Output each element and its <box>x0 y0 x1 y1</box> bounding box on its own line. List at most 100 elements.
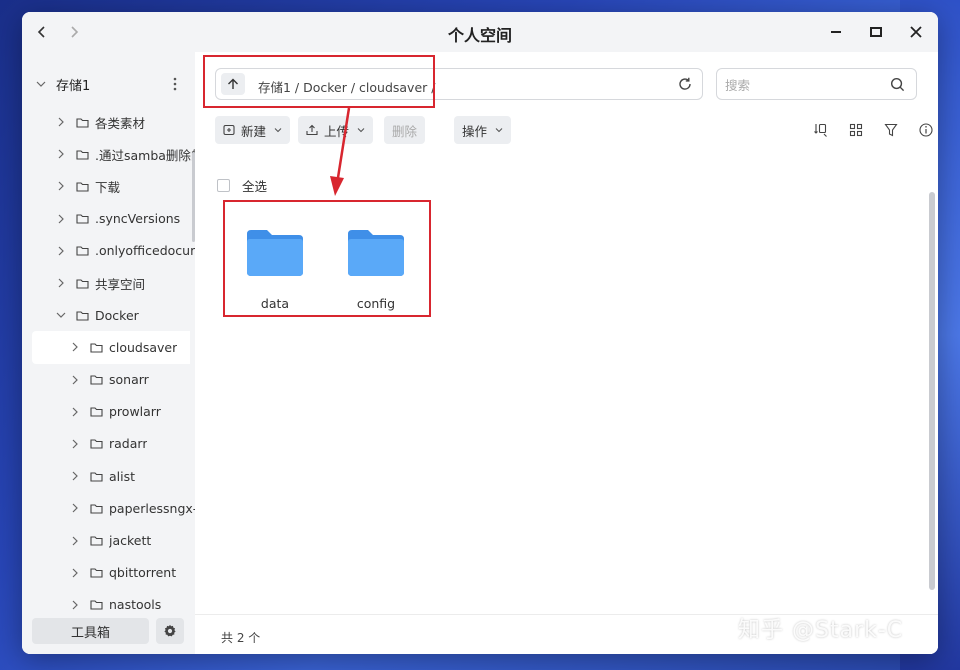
sidebar-item-cloudsaver[interactable]: cloudsaver <box>32 331 190 364</box>
chevron-down-icon[interactable] <box>36 79 46 89</box>
sidebar-item-label: nastools <box>109 597 162 613</box>
chevron-right-icon[interactable] <box>56 117 66 127</box>
sidebar-item-downloads[interactable]: 下载 <box>22 170 195 202</box>
up-directory-button[interactable] <box>221 73 245 95</box>
chevron-right-icon[interactable] <box>70 536 80 546</box>
sidebar-item-prowlarr[interactable]: prowlarr <box>22 396 195 428</box>
more-options-button[interactable] <box>168 76 182 92</box>
kebab-icon <box>173 77 177 91</box>
refresh-button[interactable] <box>678 77 694 93</box>
chevron-right-icon[interactable] <box>56 181 66 191</box>
sidebar-item-samba-deleted[interactable]: .通过samba删除的 <box>22 138 195 170</box>
file-manager-window: 个人空间 存储1 各类素材 .通过samba删除的 下载 .syncVersio… <box>22 12 938 654</box>
chevron-right-icon[interactable] <box>70 342 80 352</box>
actions-button[interactable]: 操作 <box>454 116 512 144</box>
window-title: 个人空间 <box>447 26 512 45</box>
sidebar-item-jackett[interactable]: jackett <box>22 524 195 556</box>
close-icon <box>910 26 922 38</box>
chevron-down-icon <box>495 128 503 133</box>
chevron-right-icon[interactable] <box>70 375 80 385</box>
back-button[interactable] <box>30 20 54 44</box>
chevron-right-icon[interactable] <box>70 471 80 481</box>
minimize-button[interactable] <box>824 20 848 44</box>
forward-button[interactable] <box>62 20 86 44</box>
minimize-icon <box>831 31 841 33</box>
settings-button[interactable] <box>156 618 184 644</box>
chevron-right-icon[interactable] <box>70 568 80 578</box>
title-bar: 个人空间 <box>22 12 938 52</box>
sidebar-item-onlyoffice[interactable]: .onlyofficedocum <box>22 235 195 267</box>
new-button[interactable]: 新建 <box>215 116 291 144</box>
chevron-down-icon <box>357 128 365 133</box>
close-button[interactable] <box>904 20 928 44</box>
sidebar-item-materials[interactable]: 各类素材 <box>22 106 195 138</box>
toolbox-button[interactable]: 工具箱 <box>32 618 149 644</box>
info-button[interactable] <box>918 122 934 138</box>
chevron-right-icon[interactable] <box>56 149 66 159</box>
chevron-right-icon[interactable] <box>70 439 80 449</box>
sidebar-item-docker[interactable]: Docker <box>22 299 195 331</box>
chevron-down-icon[interactable] <box>56 310 66 320</box>
folder-icon <box>76 213 89 224</box>
sidebar: 存储1 各类素材 .通过samba删除的 下载 .syncVersions .o… <box>22 52 195 654</box>
chevron-right-icon[interactable] <box>56 246 66 256</box>
sidebar-item-shared-space[interactable]: 共享空间 <box>22 267 195 299</box>
maximize-button[interactable] <box>864 20 888 44</box>
delete-button[interactable]: 删除 <box>384 116 426 144</box>
file-item-config[interactable]: config <box>336 222 416 312</box>
back-icon <box>37 26 45 38</box>
sort-button[interactable] <box>813 122 829 138</box>
folder-icon <box>90 438 103 450</box>
path-bar[interactable]: 存储1 / Docker / cloudsaver / <box>215 68 703 100</box>
chevron-right-icon[interactable] <box>70 503 80 513</box>
folder-icon <box>90 406 103 417</box>
sidebar-item-sonarr[interactable]: sonarr <box>22 364 195 396</box>
grid-view-button[interactable] <box>848 122 864 138</box>
search-input[interactable] <box>725 75 875 95</box>
sidebar-item-paperlessngx[interactable]: paperlessngx- <box>22 492 195 524</box>
search-icon <box>890 77 905 92</box>
filter-button[interactable] <box>883 122 899 138</box>
folder-icon <box>76 117 89 128</box>
chevron-right-icon[interactable] <box>70 407 80 417</box>
sidebar-item-label: 共享空间 <box>95 276 146 292</box>
actions-button-label: 操作 <box>462 123 488 139</box>
search-button[interactable] <box>890 77 906 93</box>
sidebar-item-qbittorrent[interactable]: qbittorrent <box>22 557 195 589</box>
folder-icon <box>90 599 103 610</box>
tree-root-label: 存储1 <box>56 78 91 94</box>
chevron-down-icon <box>274 128 282 133</box>
select-all-label: 全选 <box>242 178 268 194</box>
folder-icon <box>76 149 89 160</box>
tree-root-storage[interactable]: 存储1 <box>36 74 186 94</box>
main-scrollbar[interactable] <box>929 192 935 590</box>
sidebar-item-syncversions[interactable]: .syncVersions <box>22 203 195 235</box>
select-all[interactable]: 全选 <box>217 177 268 194</box>
chevron-right-icon[interactable] <box>70 600 80 610</box>
upload-button[interactable]: 上传 <box>298 116 374 144</box>
folder-icon <box>90 503 103 514</box>
folder-icon <box>76 181 89 192</box>
refresh-icon <box>679 77 691 90</box>
breadcrumb[interactable]: 存储1 / Docker / cloudsaver / <box>258 77 435 96</box>
file-item-data[interactable]: data <box>235 222 315 312</box>
upload-icon <box>306 124 318 136</box>
sidebar-item-label: cloudsaver <box>109 339 178 355</box>
folder-tree: 各类素材 .通过samba删除的 下载 .syncVersions .onlyo <box>22 106 195 621</box>
sidebar-item-label: 各类素材 <box>95 115 146 131</box>
watermark: 知乎 @Stark-C <box>738 618 904 643</box>
search-box[interactable] <box>716 68 917 100</box>
delete-button-label: 删除 <box>392 123 418 139</box>
select-all-checkbox[interactable] <box>217 178 230 192</box>
sidebar-item-label: paperlessngx- <box>109 500 195 516</box>
sidebar-item-radarr[interactable]: radarr <box>22 428 195 460</box>
chevron-right-icon[interactable] <box>56 278 66 288</box>
item-count: 共 2 个 <box>221 631 261 645</box>
sidebar-item-label: sonarr <box>109 372 149 388</box>
up-arrow-icon <box>228 78 238 89</box>
sidebar-item-alist[interactable]: alist <box>22 460 195 492</box>
sidebar-item-nastools[interactable]: nastools <box>22 589 195 621</box>
folder-icon <box>76 245 89 256</box>
folder-icon <box>90 567 103 578</box>
chevron-right-icon[interactable] <box>56 214 66 224</box>
